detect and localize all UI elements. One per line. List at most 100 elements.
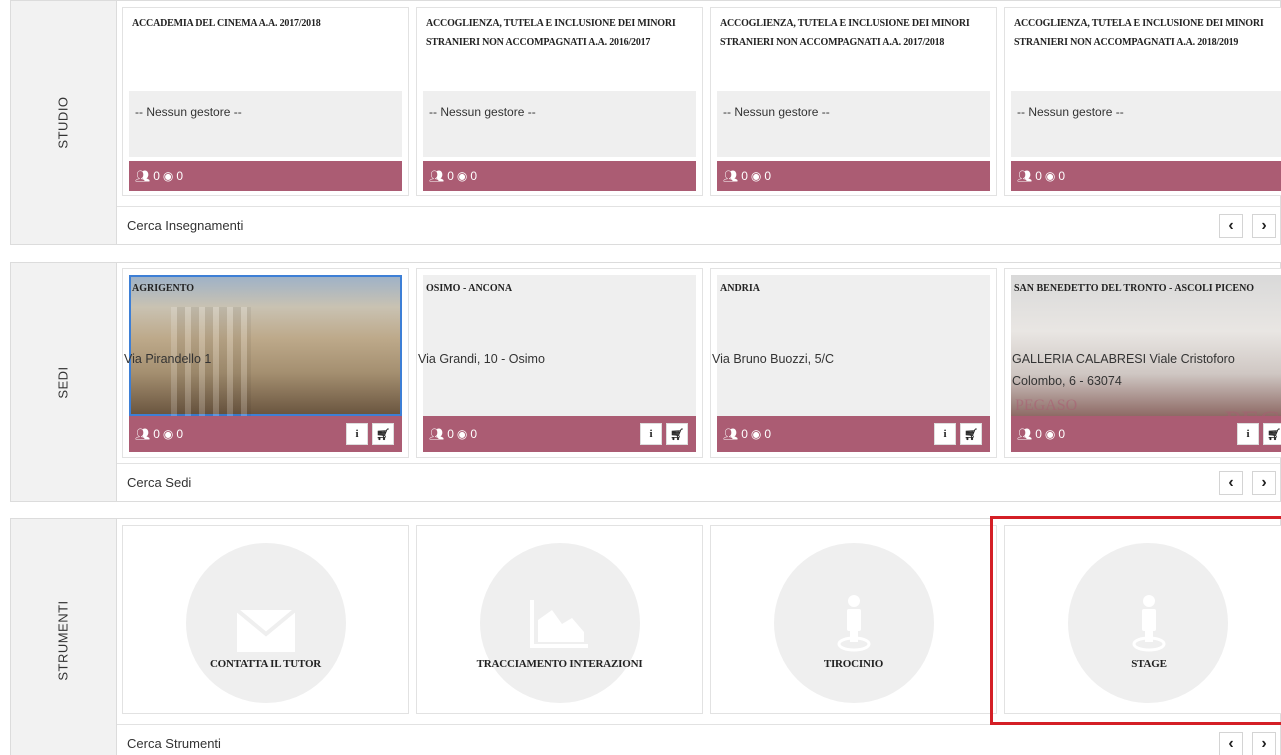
users-count: 0	[176, 427, 184, 441]
prev-button[interactable]: ‹	[1219, 471, 1243, 495]
tool-label: TIROCINIO	[823, 658, 884, 670]
users-count: 0	[764, 169, 772, 183]
user-circle-icon: ◉	[456, 169, 468, 183]
info-button[interactable]: i	[934, 423, 956, 445]
sede-footer: 👥︎ 0 ◉ 0 i 🛒︎	[1011, 416, 1281, 452]
users-count: 0	[764, 427, 772, 441]
users-group-icon: 👥︎	[1017, 427, 1033, 441]
strumenti-section: STRUMENTI CONTATTA IL TUTOR TRACCIAMENTO…	[10, 518, 1281, 755]
tool-card-contatta-tutor[interactable]: CONTATTA IL TUTOR	[122, 525, 409, 714]
tool-card-stage[interactable]: STAGE	[1004, 525, 1281, 714]
groups-count: 0	[1035, 427, 1042, 441]
sedi-search-bar: Cerca Sedi ‹ ›	[117, 463, 1280, 501]
cart-button[interactable]: 🛒︎	[1263, 423, 1281, 445]
cart-button[interactable]: 🛒︎	[666, 423, 688, 445]
users-stat: ◉ 0	[163, 169, 183, 183]
next-button[interactable]: ›	[1252, 214, 1276, 238]
groups-count: 0	[1035, 169, 1042, 183]
tool-card-tirocinio[interactable]: TIROCINIO	[710, 525, 997, 714]
card-title: ACCADEMIA DEL CINEMA A.A. 2017/2018	[132, 18, 321, 29]
info-button[interactable]: i	[346, 423, 368, 445]
sede-address: Via Grandi, 10 - Osimo	[418, 352, 545, 366]
card-footer: 👥︎ 0 ◉ 0	[423, 161, 696, 191]
card-gestore: -- Nessun gestore --	[1011, 91, 1281, 157]
studio-search-bar: Cerca Insegnamenti ‹ ›	[117, 206, 1280, 244]
info-icon: i	[1246, 428, 1250, 440]
prev-button[interactable]: ‹	[1219, 732, 1243, 755]
sede-footer: 👥︎ 0 ◉ 0 i 🛒︎	[129, 416, 402, 452]
tool-card-tracciamento[interactable]: TRACCIAMENTO INTERAZIONI	[416, 525, 703, 714]
next-button[interactable]: ›	[1252, 471, 1276, 495]
cart-icon: 🛒︎	[376, 428, 390, 441]
sede-footer: 👥︎ 0 ◉ 0 i 🛒︎	[423, 416, 696, 452]
studio-card[interactable]: ACCOGLIENZA, TUTELA E INCLUSIONE DEI MIN…	[1004, 7, 1281, 196]
user-circle-icon: ◉	[1044, 427, 1056, 441]
studio-card[interactable]: ACCOGLIENZA, TUTELA E INCLUSIONE DEI MIN…	[710, 7, 997, 196]
cart-icon: 🛒︎	[964, 428, 978, 441]
user-circle-icon: ◉	[1044, 169, 1056, 183]
cart-button[interactable]: 🛒︎	[372, 423, 394, 445]
sede-title: SAN BENEDETTO DEL TRONTO - ASCOLI PICENO	[1014, 283, 1255, 294]
groups-stat: 👥︎ 0	[1017, 427, 1042, 441]
users-stat: ◉ 0	[457, 427, 477, 441]
studio-card[interactable]: ACCOGLIENZA, TUTELA E INCLUSIONE DEI MIN…	[416, 7, 703, 196]
groups-stat: 👥︎ 0	[135, 427, 160, 441]
users-count: 0	[1058, 427, 1066, 441]
card-footer: 👥︎ 0 ◉ 0	[717, 161, 990, 191]
sede-title: OSIMO - ANCONA	[426, 283, 513, 294]
groups-stat: 👥︎ 0	[723, 169, 748, 183]
user-circle-icon: ◉	[162, 169, 174, 183]
cart-icon: 🛒︎	[670, 428, 684, 441]
user-circle-icon: ◉	[162, 427, 174, 441]
studio-card[interactable]: ACCADEMIA DEL CINEMA A.A. 2017/2018 -- N…	[122, 7, 409, 196]
users-stat: ◉ 0	[1045, 169, 1065, 183]
tool-label: TRACCIAMENTO INTERAZIONI	[476, 658, 643, 670]
tool-label: CONTATTA IL TUTOR	[209, 658, 322, 670]
users-count: 0	[176, 169, 184, 183]
users-group-icon: 👥︎	[135, 169, 151, 183]
users-count: 0	[1058, 169, 1066, 183]
users-group-icon: 👥︎	[429, 169, 445, 183]
watermark-logo: PEGASO	[1015, 397, 1078, 414]
user-circle-icon: ◉	[750, 427, 762, 441]
sede-card[interactable]: AGRIGENTO Via Pirandello 1 👥︎ 0 ◉ 0 i 🛒︎	[122, 268, 409, 458]
info-icon: i	[355, 428, 359, 440]
envelope-icon	[236, 610, 295, 652]
sede-title: ANDRIA	[720, 283, 760, 294]
groups-stat: 👥︎ 0	[135, 169, 160, 183]
sedi-side-label: SEDI	[11, 263, 117, 501]
groups-stat: 👥︎ 0	[429, 427, 454, 441]
user-circle-icon: ◉	[750, 169, 762, 183]
users-count: 0	[470, 427, 478, 441]
card-gestore: -- Nessun gestore --	[423, 91, 696, 157]
info-icon: i	[943, 428, 947, 440]
area-chart-icon	[529, 600, 588, 648]
cart-icon: 🛒︎	[1267, 428, 1281, 441]
groups-count: 0	[741, 169, 748, 183]
strumenti-side-label: STRUMENTI	[11, 519, 117, 755]
sede-card[interactable]: ANDRIA Via Bruno Buozzi, 5/C 👥︎ 0 ◉ 0 i 🛒︎	[710, 268, 997, 458]
search-sedi-link[interactable]: Cerca Sedi	[127, 475, 191, 490]
person-pin-icon	[837, 595, 870, 652]
person-pin-icon	[1132, 595, 1166, 652]
cart-button[interactable]: 🛒︎	[960, 423, 982, 445]
info-icon: i	[649, 428, 653, 440]
studio-label: STUDIO	[56, 96, 71, 149]
sede-card[interactable]: OSIMO - ANCONA Via Grandi, 10 - Osimo 👥︎…	[416, 268, 703, 458]
groups-count: 0	[741, 427, 748, 441]
search-strumenti-link[interactable]: Cerca Strumenti	[127, 736, 221, 751]
info-button[interactable]: i	[1237, 423, 1259, 445]
sede-card[interactable]: PEG PEGASO SAN BENEDETTO DEL TRONTO - AS…	[1004, 268, 1281, 458]
card-footer: 👥︎ 0 ◉ 0	[129, 161, 402, 191]
prev-button[interactable]: ‹	[1219, 214, 1243, 238]
next-button[interactable]: ›	[1252, 732, 1276, 755]
strumenti-search-bar: Cerca Strumenti ‹ ›	[117, 724, 1280, 755]
search-insegnamenti-link[interactable]: Cerca Insegnamenti	[127, 218, 243, 233]
card-footer: 👥︎ 0 ◉ 0	[1011, 161, 1281, 191]
users-stat: ◉ 0	[751, 169, 771, 183]
users-group-icon: 👥︎	[429, 427, 445, 441]
groups-stat: 👥︎ 0	[429, 169, 454, 183]
info-button[interactable]: i	[640, 423, 662, 445]
sede-address: GALLERIA CALABRESI Viale Cristoforo Colo…	[1012, 352, 1235, 388]
user-circle-icon: ◉	[456, 427, 468, 441]
